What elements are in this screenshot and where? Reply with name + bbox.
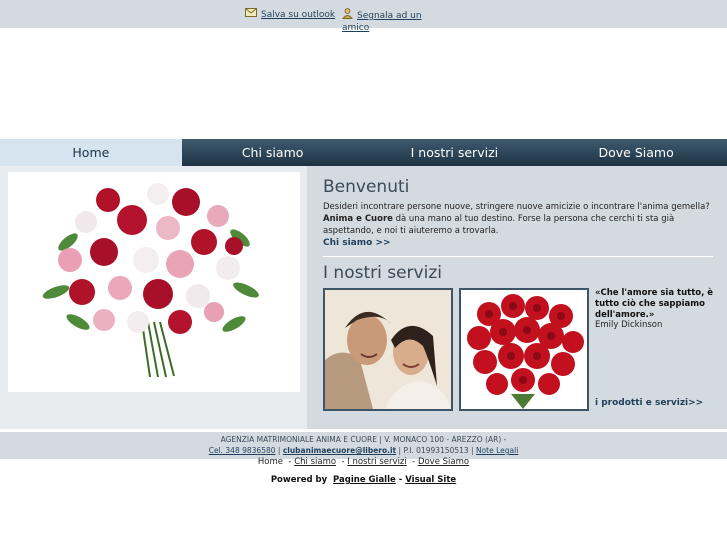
powered-label: Powered by bbox=[270, 475, 328, 485]
bottom-link-chi-siamo[interactable]: Chi siamo bbox=[294, 457, 336, 467]
quote-author: Emily Dickinson bbox=[595, 320, 663, 330]
powered-by: Powered by Pagine Gialle - Visual Site bbox=[270, 475, 457, 485]
segnala-link[interactable]: Segnala ad un amico bbox=[341, 8, 432, 34]
brand-name: Anima e Cuore bbox=[323, 214, 393, 224]
save-outlook-link[interactable]: Salva su outlook bbox=[245, 8, 335, 21]
quote-text: «Che l'amore sia tutto, è tutto ciò che … bbox=[595, 288, 714, 320]
nav-home[interactable]: Home bbox=[0, 139, 182, 166]
welcome-text: Desideri incontrare persone nuove, strin… bbox=[323, 201, 715, 237]
welcome-title: Benvenuti bbox=[323, 177, 410, 197]
divider bbox=[323, 256, 713, 257]
bottom-link-dove-siamo[interactable]: Dove Siamo bbox=[418, 457, 469, 467]
roses-photo bbox=[459, 288, 589, 411]
pagine-gialle-link[interactable]: Pagine Gialle bbox=[333, 475, 396, 485]
bottom-link-servizi[interactable]: I nostri servizi bbox=[347, 457, 406, 467]
welcome-text-part1: Desideri incontrare persone nuove, strin… bbox=[323, 202, 710, 212]
segnala-label: Segnala ad un amico bbox=[342, 11, 422, 33]
visual-site-link[interactable]: Visual Site bbox=[405, 475, 456, 485]
flower-bouquet-image bbox=[8, 172, 300, 392]
person-icon bbox=[341, 8, 354, 23]
nav-dove-siamo[interactable]: Dove Siamo bbox=[545, 139, 727, 166]
footer-piva: P.I. 01993150513 bbox=[403, 446, 469, 455]
footer-contacts: Cel. 348 9836580 | clubanimaecuore@liber… bbox=[208, 446, 519, 455]
bottom-link-home[interactable]: Home bbox=[258, 457, 283, 467]
footer: AGENZIA MATRIMONIALE ANIMA E CUORE | V. … bbox=[0, 432, 727, 459]
save-outlook-label: Salva su outlook bbox=[261, 10, 336, 20]
envelope-icon bbox=[245, 8, 257, 21]
prodotti-servizi-link[interactable]: i prodotti e servizi>> bbox=[595, 398, 703, 408]
footer-note-legali[interactable]: Note Legali bbox=[476, 446, 518, 455]
bottom-links: Home - Chi siamo - I nostri servizi - Do… bbox=[257, 457, 470, 467]
couple-photo bbox=[323, 288, 453, 411]
main-nav: Home Chi siamo I nostri servizi Dove Sia… bbox=[0, 139, 727, 166]
footer-address: AGENZIA MATRIMONIALE ANIMA E CUORE | V. … bbox=[220, 435, 507, 444]
nav-servizi[interactable]: I nostri servizi bbox=[364, 139, 546, 166]
services-title: I nostri servizi bbox=[323, 263, 442, 283]
footer-email[interactable]: clubanimaecuore@libero.it bbox=[283, 446, 396, 455]
footer-phone[interactable]: Cel. 348 9836580 bbox=[209, 446, 276, 455]
nav-chi-siamo[interactable]: Chi siamo bbox=[182, 139, 364, 166]
chi-siamo-link[interactable]: Chi siamo >> bbox=[323, 238, 391, 248]
